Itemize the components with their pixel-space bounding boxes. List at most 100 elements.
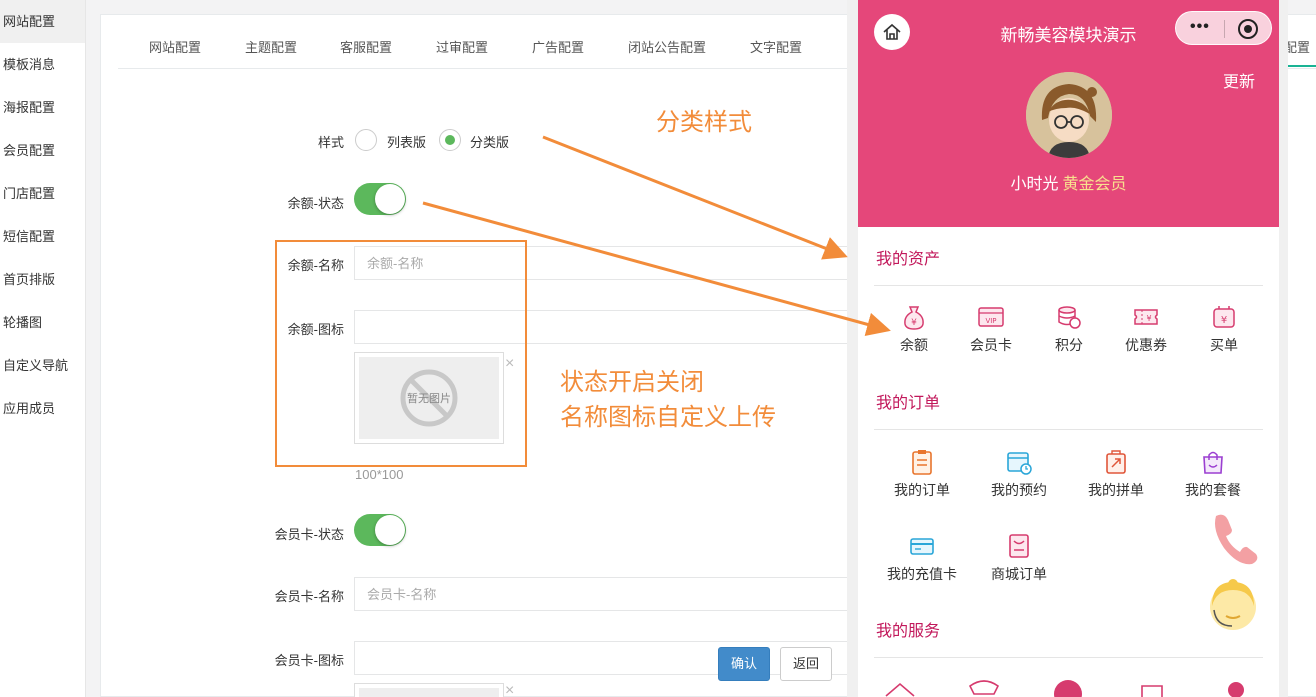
sidebar-item-poster-config[interactable]: 海报配置: [0, 86, 85, 129]
sidebar: 网站配置 模板消息 海报配置 会员配置 门店配置 短信配置 首页排版 轮播图 自…: [0, 0, 86, 697]
balance-icon-input[interactable]: [354, 310, 854, 344]
mini-program-capsule: •••: [1175, 11, 1272, 45]
section-divider: [874, 285, 1263, 286]
phone-screen: 新畅美容模块演示 ••• 更新 小时光 黄金会员 我的资产 ¥ 余额 VIP 会…: [858, 0, 1279, 697]
sidebar-item-carousel[interactable]: 轮播图: [0, 301, 85, 344]
no-image-text: 暂无图片: [407, 392, 451, 405]
sidebar-item-custom-nav[interactable]: 自定义导航: [0, 344, 85, 387]
balance-status-toggle[interactable]: [354, 183, 406, 215]
money-bag-icon: ¥: [904, 306, 924, 330]
card-icon-preview: [354, 683, 504, 697]
sidebar-item-template-message[interactable]: 模板消息: [0, 43, 85, 86]
tab-service-config[interactable]: 客服配置: [340, 37, 392, 56]
card-icon-label: 会员卡-图标: [274, 653, 344, 668]
coupon-icon: ¥: [1134, 309, 1158, 325]
avatar: [1026, 72, 1112, 158]
order-my-appointments[interactable]: 我的预约: [979, 448, 1059, 500]
card-name-label: 会员卡-名称: [274, 589, 344, 604]
asset-balance[interactable]: ¥ 余额: [874, 303, 954, 355]
back-button[interactable]: 返回: [780, 647, 833, 681]
tab-closed-notice-config[interactable]: 闭站公告配置: [628, 37, 706, 56]
services-section-title: 我的服务: [876, 623, 941, 640]
toggle-knob: [375, 515, 405, 545]
card-name-input[interactable]: [354, 577, 854, 611]
mall-order-icon: [1009, 534, 1029, 558]
phone-header: 新畅美容模块演示 ••• 更新 小时光 黄金会员: [858, 0, 1279, 227]
avatar-image: [1026, 72, 1112, 158]
home-tab-icon: [885, 682, 915, 697]
vip-card-icon: VIP: [978, 307, 1004, 327]
bottom-tab-bar: [858, 676, 1279, 697]
tab-ad-config[interactable]: 广告配置: [532, 37, 584, 56]
order-packages[interactable]: 我的套餐: [1173, 448, 1253, 500]
coins-icon: [1058, 306, 1081, 329]
sidebar-item-member-config[interactable]: 会员配置: [0, 129, 85, 172]
style-label: 样式: [317, 135, 344, 150]
annotation-status-line1: 状态开启关闭: [560, 369, 704, 396]
order-tab-icon: [1141, 685, 1163, 697]
asset-pay-bill[interactable]: ¥ 买单: [1184, 303, 1264, 355]
username: 小时光: [1010, 176, 1059, 193]
radio-category-style-label: 分类版: [470, 135, 510, 150]
tab-active-indicator: [1286, 65, 1316, 67]
svg-text:¥: ¥: [1221, 315, 1227, 326]
capsule-divider: [1224, 20, 1225, 38]
user-name-line: 小时光 黄金会员: [858, 170, 1279, 194]
tab-website-config[interactable]: 网站配置: [149, 37, 201, 56]
balance-icon-preview: 暂无图片: [354, 352, 504, 444]
asset-member-card[interactable]: VIP 会员卡: [951, 303, 1031, 355]
tab-review-config[interactable]: 过审配置: [436, 37, 488, 56]
balance-status-label: 余额-状态: [287, 196, 344, 211]
radio-list-style[interactable]: [355, 129, 377, 151]
card-status-label: 会员卡-状态: [274, 527, 344, 542]
customer-service-icon[interactable]: [1206, 576, 1260, 637]
sidebar-item-sms-config[interactable]: 短信配置: [0, 215, 85, 258]
svg-text:VIP: VIP: [985, 317, 996, 325]
group-buy-icon: [1106, 450, 1126, 474]
service-tab-icon: [968, 680, 1000, 695]
phone-call-icon[interactable]: [1210, 510, 1260, 569]
sidebar-item-home-layout[interactable]: 首页排版: [0, 258, 85, 301]
balance-icon-label: 余额-图标: [287, 322, 344, 337]
orders-section-title: 我的订单: [876, 395, 941, 412]
close-target-icon[interactable]: [1238, 19, 1258, 39]
phone-preview: 新畅美容模块演示 ••• 更新 小时光 黄金会员 我的资产 ¥ 余额 VIP 会…: [847, 0, 1288, 697]
order-group-buy[interactable]: 我的拼单: [1076, 448, 1156, 500]
sidebar-item-app-members[interactable]: 应用成员: [0, 387, 85, 430]
asset-coupon[interactable]: ¥ 优惠券: [1106, 303, 1186, 355]
calendar-icon: [1007, 452, 1032, 475]
asset-points[interactable]: 积分: [1029, 303, 1109, 355]
tab-theme-config[interactable]: 主题配置: [245, 37, 297, 56]
card-icon-input[interactable]: [354, 641, 854, 675]
more-icon[interactable]: •••: [1190, 18, 1210, 36]
order-mall-orders[interactable]: 商城订单: [979, 532, 1059, 584]
svg-text:¥: ¥: [911, 318, 917, 328]
clipboard-icon: [912, 450, 932, 475]
sidebar-item-store-config[interactable]: 门店配置: [0, 172, 85, 215]
section-divider: [874, 657, 1263, 658]
annotation-category-style: 分类样式: [656, 109, 752, 136]
assets-section-title: 我的资产: [876, 251, 941, 268]
toggle-knob: [375, 184, 405, 214]
balance-name-input[interactable]: [354, 246, 854, 280]
annotation-status-line2: 名称图标自定义上传: [560, 404, 776, 431]
balance-name-label: 余额-名称: [287, 258, 344, 273]
profile-tab-icon: [1228, 682, 1244, 697]
member-level: 黄金会员: [1062, 176, 1127, 193]
image-size-hint: 100*100: [355, 467, 404, 482]
confirm-button[interactable]: 确认: [718, 647, 771, 681]
pay-bill-icon: ¥: [1213, 306, 1235, 328]
credit-card-icon: [910, 538, 934, 555]
card-status-toggle[interactable]: [354, 514, 406, 546]
radio-category-style[interactable]: [439, 129, 461, 151]
no-image-icon: 暂无图片: [400, 369, 458, 427]
order-my-orders[interactable]: 我的订单: [882, 448, 962, 500]
close-icon[interactable]: ×: [505, 682, 514, 697]
section-divider: [874, 429, 1263, 430]
close-icon[interactable]: ×: [505, 355, 514, 373]
tab-text-config[interactable]: 文字配置: [750, 37, 802, 56]
svg-text:¥: ¥: [1146, 314, 1151, 323]
order-recharge-card[interactable]: 我的充值卡: [882, 532, 962, 584]
refresh-link[interactable]: 更新: [1223, 68, 1255, 92]
sidebar-item-website-config[interactable]: 网站配置: [0, 0, 85, 43]
